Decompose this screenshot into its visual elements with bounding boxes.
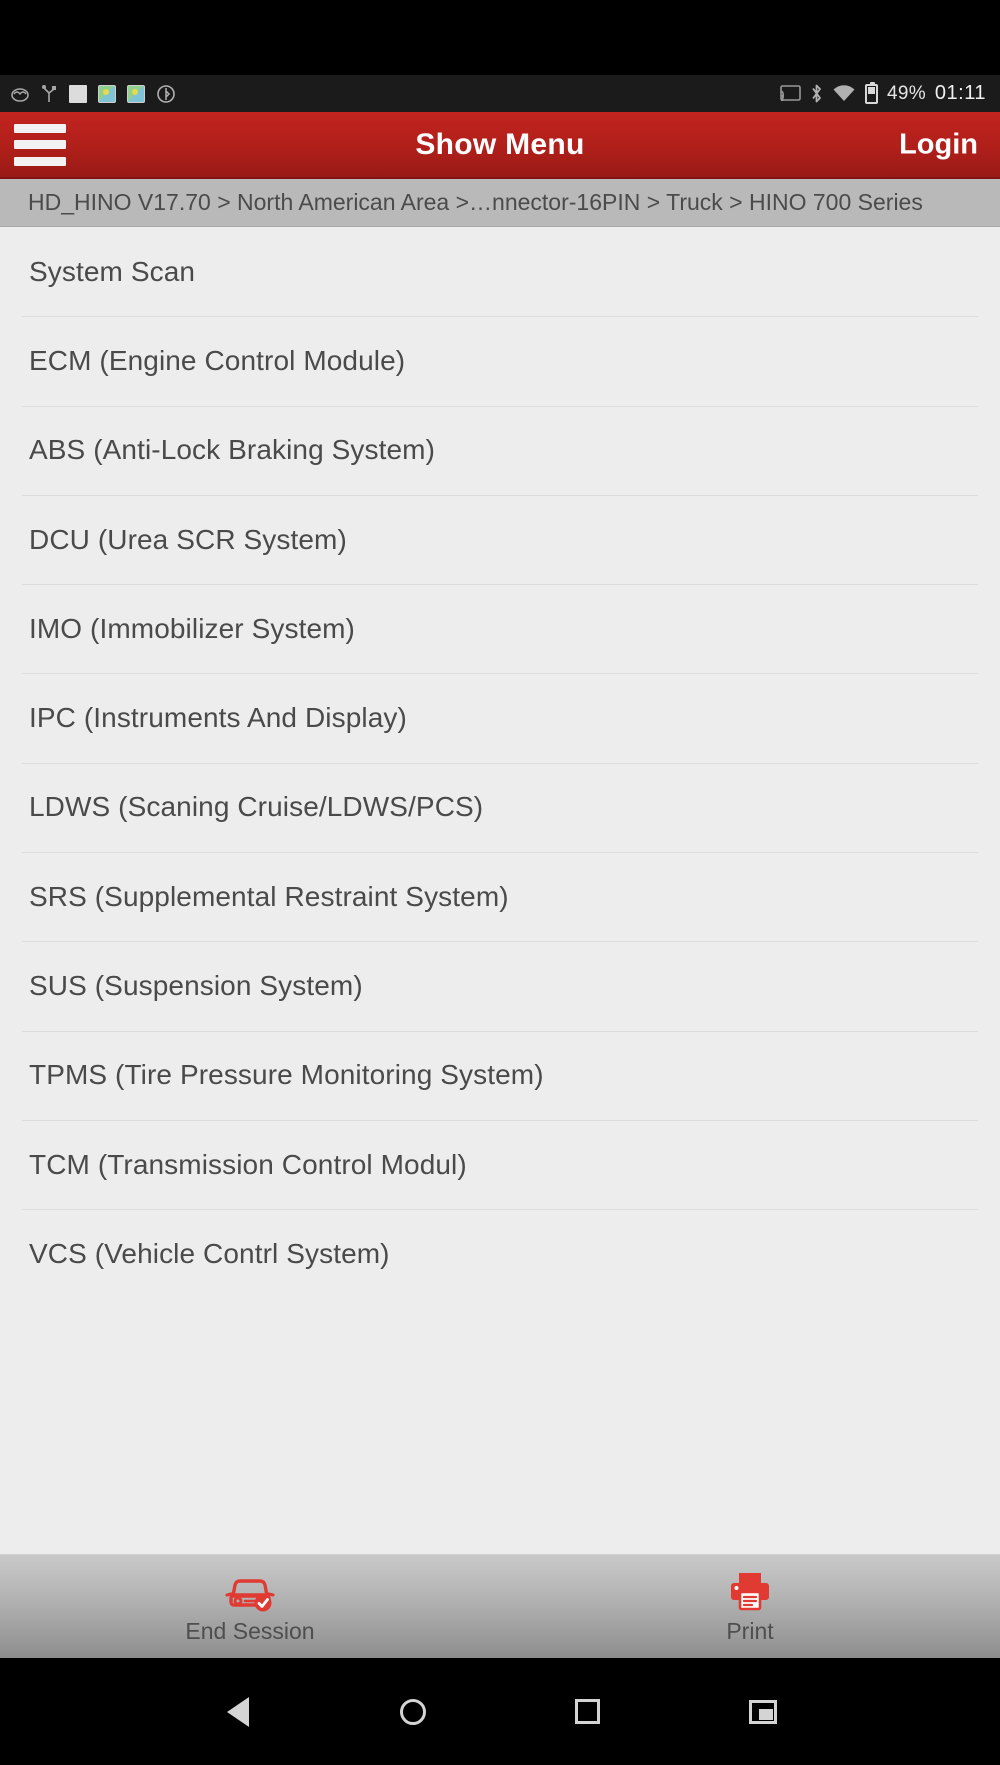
weather-icon [10, 85, 30, 103]
bluetooth-sync-icon [156, 84, 176, 104]
clock: 01:11 [934, 82, 986, 104]
list-item[interactable]: ABS (Anti-Lock Braking System) [0, 405, 1000, 495]
cast-icon [780, 84, 801, 103]
car-check-icon [223, 1568, 277, 1616]
list-item-label: IMO (Immobilizer System) [29, 612, 355, 644]
android-status-bar: 49% 01:11 [0, 75, 1000, 112]
android-nav-bar [0, 1658, 1000, 1765]
list-item[interactable]: SUS (Suspension System) [0, 941, 1000, 1030]
list-item-label: ECM (Engine Control Module) [29, 344, 406, 376]
list-item-label: DCU (Urea SCR System) [29, 523, 347, 555]
bottom-toolbar: End Session Print [0, 1554, 1000, 1658]
list-item[interactable]: VCS (Vehicle Contrl System) [0, 1209, 1000, 1298]
bluetooth-icon [810, 83, 823, 104]
list-item-label: VCS (Vehicle Contrl System) [29, 1237, 390, 1269]
end-session-button[interactable]: End Session [0, 1555, 500, 1658]
list-item[interactable]: System Scan [0, 227, 1000, 316]
list-item-label: SUS (Suspension System) [29, 970, 363, 1002]
battery-percent: 49% [886, 82, 926, 104]
usb-debug-icon [41, 84, 58, 103]
wifi-icon [832, 84, 856, 103]
printer-icon [723, 1568, 777, 1616]
print-button[interactable]: Print [500, 1555, 1000, 1658]
top-bezel [0, 0, 1000, 75]
status-left-icons [10, 84, 176, 104]
list-item-label: TCM (Transmission Control Modul) [29, 1148, 467, 1180]
list-item[interactable]: IMO (Immobilizer System) [0, 584, 1000, 673]
list-item-label: ABS (Anti-Lock Braking System) [29, 434, 436, 466]
status-right-icons: 49% 01:11 [780, 81, 986, 105]
gallery-icon [98, 84, 116, 103]
list-item-label: LDWS (Scaning Cruise/LDWS/PCS) [29, 791, 484, 823]
list-item[interactable]: IPC (Instruments And Display) [0, 673, 1000, 762]
end-session-label: End Session [185, 1618, 315, 1644]
page-title: Show Menu [415, 127, 585, 161]
hamburger-menu-icon[interactable] [14, 123, 66, 166]
phone-screen: 49% 01:11 Show Menu Login HD_HINO V17.70… [0, 0, 1000, 1765]
blank-notification-icon [69, 84, 87, 103]
recents-icon[interactable] [565, 1689, 611, 1735]
system-list: System Scan ECM (Engine Control Module) … [0, 227, 1000, 1554]
login-button[interactable]: Login [899, 128, 978, 161]
list-item[interactable]: DCU (Urea SCR System) [0, 494, 1000, 584]
gallery-icon-2 [127, 84, 145, 103]
back-icon[interactable] [215, 1689, 261, 1735]
print-label: Print [726, 1618, 774, 1644]
app-bar: Show Menu Login [0, 112, 1000, 179]
list-item[interactable]: LDWS (Scaning Cruise/LDWS/PCS) [0, 762, 1000, 852]
battery-icon [864, 81, 878, 104]
breadcrumb[interactable]: HD_HINO V17.70 > North American Area >…n… [0, 179, 1000, 227]
list-item[interactable]: SRS (Supplemental Restraint System) [0, 852, 1000, 941]
list-item-label: SRS (Supplemental Restraint System) [29, 880, 509, 912]
list-item[interactable]: TPMS (Tire Pressure Monitoring System) [0, 1030, 1000, 1120]
list-item[interactable]: TCM (Transmission Control Modul) [0, 1119, 1000, 1209]
list-item[interactable]: ECM (Engine Control Module) [0, 316, 1000, 405]
list-item-label: System Scan [29, 255, 196, 287]
home-icon[interactable] [390, 1689, 436, 1735]
list-item-label: TPMS (Tire Pressure Monitoring System) [29, 1059, 544, 1091]
screenshot-icon[interactable] [740, 1689, 786, 1735]
list-item-label: IPC (Instruments And Display) [29, 702, 407, 734]
